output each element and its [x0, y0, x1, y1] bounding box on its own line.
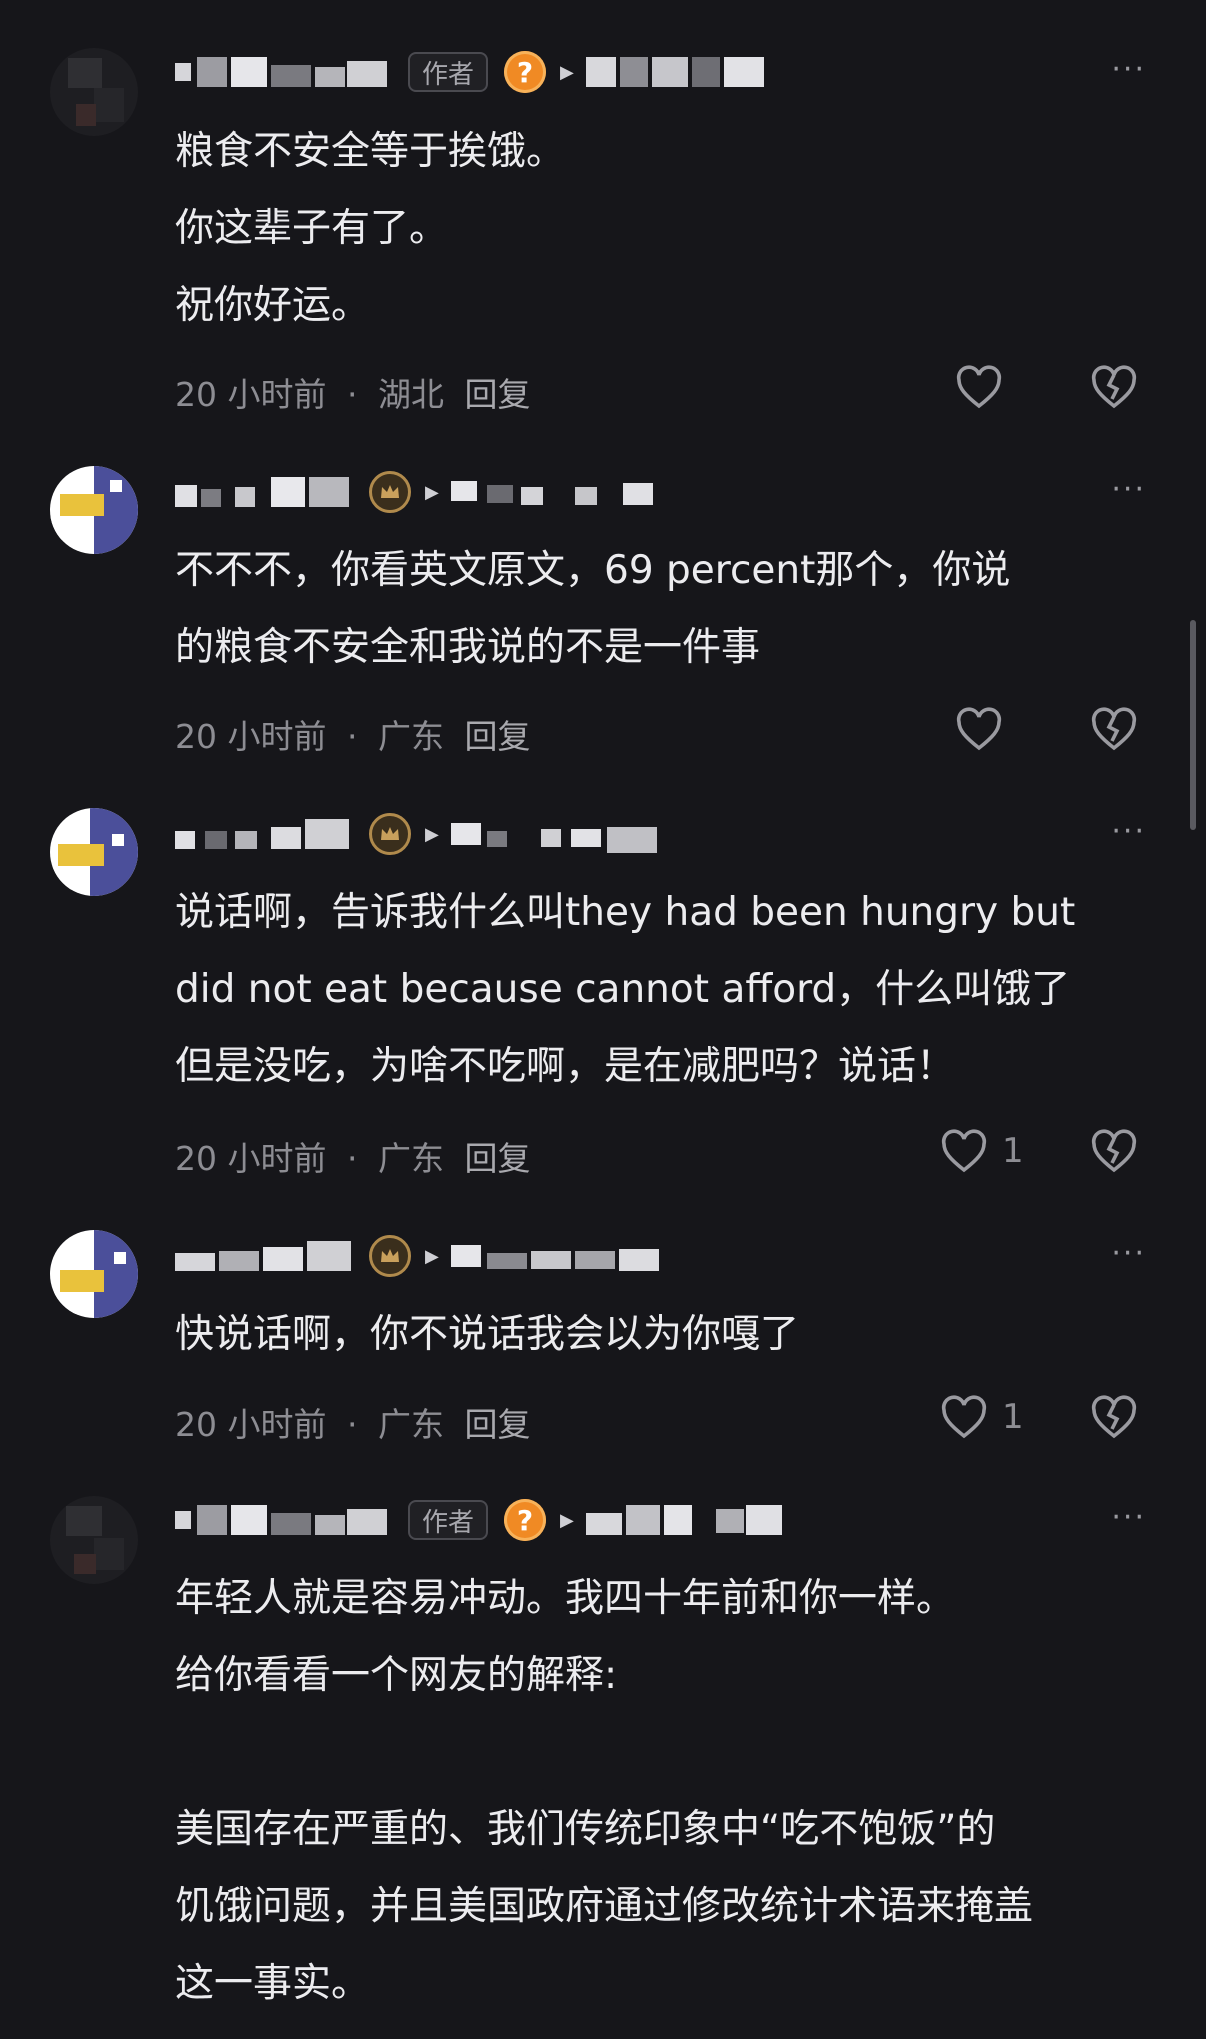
avatar[interactable] [50, 808, 138, 896]
like-button[interactable]: 1 [940, 1395, 1024, 1439]
comment-line: did not eat because cannot afford，什么叫饿了 [175, 967, 1071, 1012]
comment-header: 作者 ? ▶ [175, 46, 766, 98]
separator: · [346, 1405, 358, 1444]
question-badge-icon: ? [504, 51, 547, 93]
dislike-button[interactable] [1090, 1395, 1138, 1443]
username-redacted[interactable] [175, 57, 390, 87]
like-button[interactable]: 1 [940, 1129, 1024, 1173]
heart-icon [941, 1395, 987, 1439]
comment-meta: 20 小时前 · 广东 回复 [175, 710, 540, 758]
comment-body: 不不不，你看英文原文，69 percent那个，你说 的粮食不安全和我说的不是一… [175, 532, 1160, 686]
scrollbar[interactable] [1190, 620, 1196, 830]
comment-line: 但是没吃，为啥不吃啊，是在减肥吗？说话！ [175, 1044, 956, 1089]
username-redacted[interactable] [175, 1241, 355, 1271]
comment-meta: 20 小时前 · 广东 回复 [175, 1132, 540, 1180]
broken-heart-icon [1091, 1129, 1137, 1173]
reply-to-arrow-icon: ▶ [425, 1245, 439, 1267]
more-options-button[interactable]: ··· [1111, 1236, 1146, 1271]
reply-to-arrow-icon: ▶ [560, 61, 574, 83]
comment-line [175, 1714, 1160, 1791]
comment-line: 说话啊，告诉我什么叫they had been hungry but [175, 890, 1076, 935]
broken-heart-icon [1091, 1395, 1137, 1439]
like-count: 1 [1002, 1131, 1024, 1171]
broken-heart-icon [1091, 707, 1137, 751]
comment-line: 祝你好运。 [175, 283, 371, 328]
avatar[interactable] [50, 1230, 138, 1318]
comment-header: ▶ [175, 808, 666, 860]
username-redacted[interactable] [175, 1505, 390, 1535]
like-count: 1 [1002, 1397, 1024, 1437]
location: 广东 [377, 717, 444, 756]
comment-body: 快说话啊，你不说话我会以为你嘎了 [175, 1296, 1160, 1373]
reply-target-redacted[interactable] [585, 1505, 786, 1535]
avatar[interactable] [50, 48, 138, 136]
comment-header: ▶ [175, 1230, 666, 1282]
reply-to-arrow-icon: ▶ [425, 481, 439, 503]
avatar[interactable] [50, 1496, 138, 1584]
dislike-button[interactable] [1090, 707, 1138, 755]
heart-icon [956, 707, 1002, 751]
reply-button[interactable]: 回复 [464, 375, 530, 414]
comment-line: 快说话啊，你不说话我会以为你嘎了 [175, 1312, 800, 1357]
more-options-button[interactable]: ··· [1111, 1500, 1146, 1535]
comment-header: 作者 ? ▶ [175, 1494, 786, 1546]
comment-body: 说话啊，告诉我什么叫they had been hungry but did n… [175, 874, 1160, 1105]
username-redacted[interactable] [175, 477, 355, 507]
timestamp: 20 小时前 [175, 375, 327, 414]
reply-target-redacted[interactable] [450, 819, 666, 853]
reply-target-redacted[interactable] [450, 1241, 666, 1271]
like-button[interactable] [955, 365, 1017, 409]
comment-line: 美国存在严重的、我们传统印象中“吃不饱饭”的 [175, 1807, 996, 1852]
reply-button[interactable]: 回复 [464, 717, 530, 756]
reply-button[interactable]: 回复 [464, 1405, 530, 1444]
comment-meta: 20 小时前 · 湖北 回复 [175, 368, 540, 416]
separator: · [346, 717, 358, 756]
comment-line: 你这辈子有了。 [175, 206, 449, 251]
reply-to-arrow-icon: ▶ [560, 1509, 574, 1531]
comment-line: 粮食不安全等于挨饿。 [175, 129, 566, 174]
author-tag: 作者 [408, 52, 489, 92]
dislike-button[interactable] [1090, 365, 1138, 413]
comment-line: 年轻人就是容易冲动。我四十年前和你一样。 [175, 1576, 956, 1621]
question-badge-icon: ? [504, 1499, 547, 1541]
comment-body: 年轻人就是容易冲动。我四十年前和你一样。 给你看看一个网友的解释: 美国存在严重… [175, 1560, 1160, 2022]
more-options-button[interactable]: ··· [1111, 52, 1146, 87]
reply-button[interactable]: 回复 [464, 1139, 530, 1178]
heart-icon [941, 1129, 987, 1173]
avatar[interactable] [50, 466, 138, 554]
comment-line: 不不不，你看英文原文，69 percent那个，你说 [175, 548, 1011, 593]
comment-header: ▶ [175, 466, 661, 518]
comment-line: 这一事实。 [175, 1961, 371, 2006]
timestamp: 20 小时前 [175, 1139, 327, 1178]
comment-line: 的粮食不安全和我说的不是一件事 [175, 625, 761, 670]
location: 广东 [377, 1139, 444, 1178]
more-options-button[interactable]: ··· [1111, 472, 1146, 507]
crown-badge-icon [369, 1235, 411, 1277]
location: 湖北 [377, 375, 444, 414]
separator: · [346, 375, 358, 414]
username-redacted[interactable] [175, 819, 355, 849]
reply-to-arrow-icon: ▶ [425, 823, 439, 845]
more-options-button[interactable]: ··· [1111, 814, 1146, 849]
like-button[interactable] [955, 707, 1017, 751]
comment-line: 给你看看一个网友的解释: [175, 1653, 618, 1698]
timestamp: 20 小时前 [175, 717, 327, 756]
comment-meta: 20 小时前 · 广东 回复 [175, 1398, 540, 1446]
location: 广东 [377, 1405, 444, 1444]
broken-heart-icon [1091, 365, 1137, 409]
timestamp: 20 小时前 [175, 1405, 327, 1444]
reply-target-redacted[interactable] [450, 477, 661, 507]
crown-badge-icon [369, 813, 411, 855]
author-tag: 作者 [408, 1500, 489, 1540]
reply-target-redacted[interactable] [585, 57, 766, 87]
dislike-button[interactable] [1090, 1129, 1138, 1177]
separator: · [346, 1139, 358, 1178]
comment-body: 粮食不安全等于挨饿。 你这辈子有了。 祝你好运。 [175, 113, 1160, 344]
crown-badge-icon [369, 471, 411, 513]
heart-icon [956, 365, 1002, 409]
comment-line: 饥饿问题，并且美国政府通过修改统计术语来掩盖 [175, 1884, 1034, 1929]
